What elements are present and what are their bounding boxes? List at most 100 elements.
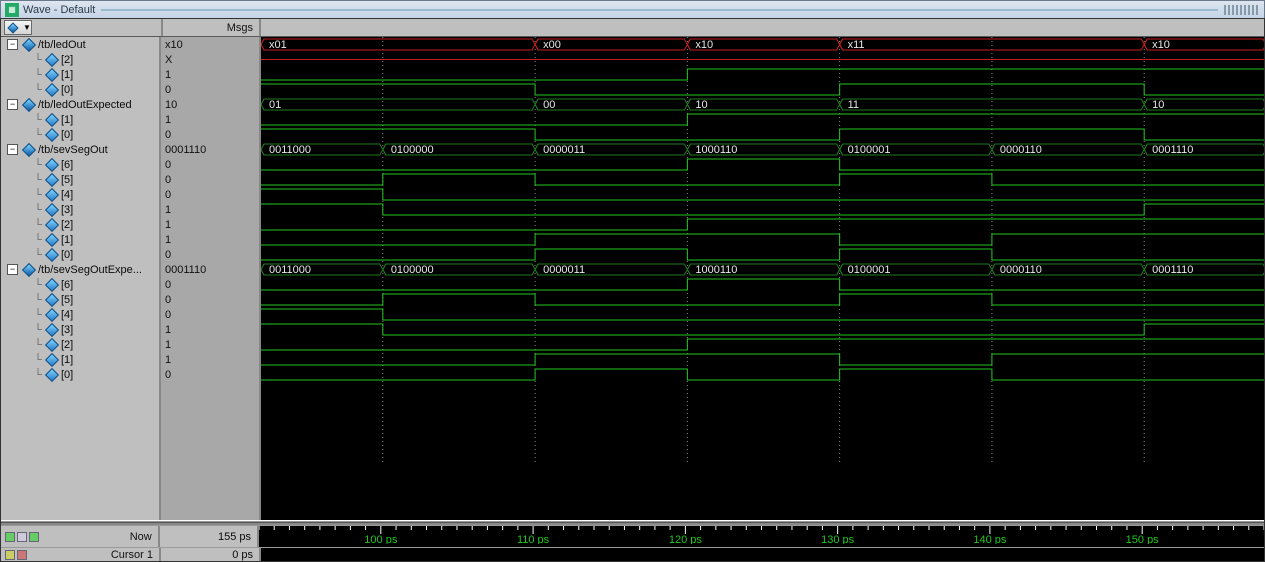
signal-row[interactable]: − /tb/sevSegOutExpe... <box>1 262 159 277</box>
svg-text:0001110: 0001110 <box>1152 264 1193 276</box>
diamond-icon <box>22 142 36 156</box>
signal-row[interactable]: └[5] <box>1 292 159 307</box>
tree-branch-icon: └ <box>33 129 43 141</box>
signal-value: 0 <box>161 157 259 172</box>
signal-row[interactable]: └[2] <box>1 52 159 67</box>
signal-value: 1 <box>161 202 259 217</box>
svg-text:0000110: 0000110 <box>1000 144 1042 156</box>
signal-name: [1] <box>61 69 73 81</box>
tool-icon[interactable] <box>17 532 27 542</box>
svg-text:150 ps: 150 ps <box>1126 534 1160 544</box>
signal-value: 0 <box>161 127 259 142</box>
signal-row[interactable]: └[4] <box>1 187 159 202</box>
signal-value: X <box>161 52 259 67</box>
signal-row[interactable]: └[4] <box>1 307 159 322</box>
signal-name: [5] <box>61 174 73 186</box>
signal-row[interactable]: └[1] <box>1 112 159 127</box>
collapse-icon[interactable]: − <box>7 99 18 110</box>
signal-name: [1] <box>61 354 73 366</box>
tree-branch-icon: └ <box>33 294 43 306</box>
tree-branch-icon: └ <box>33 69 43 81</box>
svg-text:x10: x10 <box>1152 39 1170 51</box>
svg-text:00: 00 <box>543 99 555 111</box>
signal-name: /tb/ledOutExpected <box>38 99 132 111</box>
svg-text:0001110: 0001110 <box>1152 144 1193 156</box>
cursor-tool-icon[interactable] <box>17 550 27 560</box>
svg-text:1000110: 1000110 <box>695 144 737 156</box>
diamond-icon <box>45 202 59 216</box>
tool2-icon[interactable] <box>29 532 39 542</box>
signal-value: 1 <box>161 322 259 337</box>
diamond-icon <box>45 367 59 381</box>
signal-row[interactable]: └[6] <box>1 157 159 172</box>
tree-branch-icon: └ <box>33 204 43 216</box>
diamond-icon <box>45 157 59 171</box>
signal-row[interactable]: − /tb/sevSegOut <box>1 142 159 157</box>
tree-branch-icon: └ <box>33 219 43 231</box>
signal-name: /tb/sevSegOutExpe... <box>38 264 142 276</box>
svg-text:1000110: 1000110 <box>695 264 737 276</box>
signal-value: 1 <box>161 217 259 232</box>
diamond-icon <box>45 352 59 366</box>
signal-row[interactable]: −/tb/ledOut <box>1 37 159 52</box>
app-icon: ▦ <box>5 3 19 17</box>
time-axis[interactable]: 100 ps110 ps120 ps130 ps140 ps150 ps <box>259 526 1264 547</box>
tree-branch-icon: └ <box>33 339 43 351</box>
signal-row[interactable]: └[0] <box>1 247 159 262</box>
wave-toolbar: ▼ Msgs <box>1 19 1264 37</box>
signal-name: [3] <box>61 204 73 216</box>
signal-values-column[interactable]: x10X1010100001110000111000011100001110 <box>161 37 261 520</box>
signal-row[interactable]: └ [1] <box>1 352 159 367</box>
wave-footer: Now 155 ps 100 ps110 ps120 ps130 ps140 p… <box>1 523 1264 561</box>
window-titlebar[interactable]: ▦ Wave - Default <box>0 0 1265 18</box>
diamond-icon <box>45 112 59 126</box>
tree-branch-icon: └ <box>33 354 43 366</box>
signal-name: [4] <box>61 309 73 321</box>
signal-row[interactable]: └[6] <box>1 277 159 292</box>
svg-text:x10: x10 <box>695 39 713 51</box>
signal-value: 0001110 <box>161 142 259 157</box>
collapse-icon[interactable]: − <box>7 144 18 155</box>
collapse-icon[interactable]: − <box>7 264 18 275</box>
svg-text:01: 01 <box>269 99 281 111</box>
svg-text:11: 11 <box>848 99 859 111</box>
diamond-icon <box>45 82 59 96</box>
titlebar-grip[interactable] <box>1224 5 1260 15</box>
signal-row[interactable]: └[2] <box>1 337 159 352</box>
signal-value: 0 <box>161 292 259 307</box>
signal-row[interactable]: └[0] <box>1 82 159 97</box>
diamond-icon <box>45 307 59 321</box>
signal-name: [4] <box>61 189 73 201</box>
signal-row[interactable]: − /tb/ledOutExpected <box>1 97 159 112</box>
signal-value: 10 <box>161 97 259 112</box>
signal-value: 1 <box>161 232 259 247</box>
diamond-icon <box>45 277 59 291</box>
signal-name: [6] <box>61 279 73 291</box>
signal-row[interactable]: └ [3] <box>1 202 159 217</box>
tree-branch-icon: └ <box>33 174 43 186</box>
cursor-track[interactable] <box>261 548 1264 561</box>
lock-icon[interactable] <box>5 550 15 560</box>
signal-format-dropdown[interactable]: ▼ <box>4 20 32 35</box>
diamond-icon <box>45 127 59 141</box>
collapse-icon[interactable]: − <box>7 39 18 50</box>
signal-row[interactable]: └ [5] <box>1 172 159 187</box>
signal-row[interactable]: └ [0] <box>1 127 159 142</box>
diamond-icon <box>45 172 59 186</box>
signal-names-column[interactable]: −/tb/ledOut└[2]└[1]└[0]−/tb/ledOutExpect… <box>1 37 161 520</box>
signal-row[interactable]: └[2] <box>1 217 159 232</box>
signal-value: 0 <box>161 172 259 187</box>
signal-row[interactable]: └[1] <box>1 232 159 247</box>
diamond-icon <box>45 322 59 336</box>
signal-value: 0 <box>161 277 259 292</box>
diamond-icon <box>45 247 59 261</box>
waveform-area[interactable]: x01x00x10x11x100100101110001100001000000… <box>261 37 1264 520</box>
zoom-icon[interactable] <box>5 532 15 542</box>
signal-name: [0] <box>61 129 73 141</box>
svg-text:0000011: 0000011 <box>543 264 585 276</box>
chevron-down-icon: ▼ <box>23 23 31 32</box>
signal-row[interactable]: └[3] <box>1 322 159 337</box>
signal-name: /tb/sevSegOut <box>38 144 108 156</box>
signal-row[interactable]: └ [1] <box>1 67 159 82</box>
signal-row[interactable]: └[0] <box>1 367 159 382</box>
